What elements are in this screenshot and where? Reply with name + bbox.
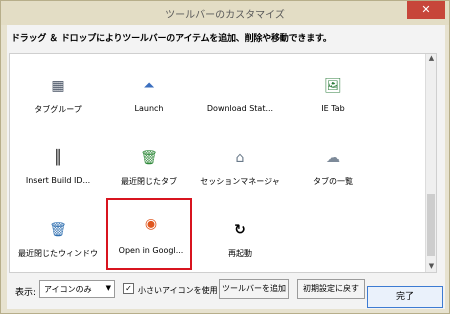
palette-item-label: タブグループ [34, 105, 82, 114]
palette-item[interactable]: Download Stat... [197, 60, 283, 126]
palette-item[interactable]: ↻ 再起動 [197, 204, 283, 270]
scroll-down-icon[interactable]: ▼ [426, 262, 437, 272]
palette-item-selected[interactable]: ◉ Open in Googl... [106, 198, 192, 270]
palette-item[interactable]: 🗑 最近閉じたタブ [106, 132, 192, 198]
download-stat-icon [230, 76, 250, 96]
palette-item-label: Launch [134, 104, 164, 113]
palette-item-label: Open in Googl... [118, 246, 184, 255]
palette-item[interactable]: 🗑 最近閉じたウィンドウ [15, 204, 101, 270]
palette-item-label: 再起動 [228, 249, 252, 258]
palette-item-label: Insert Build ID... [25, 176, 91, 185]
palette-item-label: 最近閉じたタブ [121, 177, 177, 186]
recent-tab-icon: 🗑 [140, 150, 158, 166]
titlebar: ツールバーのカスタマイズ ✕ [1, 1, 449, 25]
dialog-content: ドラッグ ＆ ドロップによりツールバーのアイテムを追加、削除や移動できます。 ▦… [7, 25, 445, 309]
close-icon: ✕ [421, 3, 431, 16]
palette-item[interactable]: ▦ タブグループ [15, 60, 101, 126]
palette-item-label: タブの一覧 [313, 177, 353, 186]
launch-icon: ⏶ [143, 78, 155, 94]
palette-item-label: セッションマネージャ [200, 177, 280, 186]
palette-item-label: IE Tab [321, 104, 345, 113]
session-manager-icon: ⌂ [235, 150, 245, 166]
instruction-text: ドラッグ ＆ ドロップによりツールバーのアイテムを追加、削除や移動できます。 [11, 34, 332, 44]
tab-group-icon: ▦ [51, 78, 65, 94]
close-button[interactable]: ✕ [407, 1, 445, 19]
palette-item[interactable]: ☁ タブの一覧 [290, 132, 376, 198]
palette-item[interactable]: ⌂ セッションマネージャ [197, 132, 283, 198]
scrollbar-thumb[interactable] [427, 194, 435, 256]
customize-toolbar-window: ツールバーのカスタマイズ ✕ ドラッグ ＆ ドロップによりツールバーのアイテムを… [0, 0, 450, 314]
restart-icon: ↻ [234, 222, 246, 238]
palette-item-label: 最近閉じたウィンドウ [18, 249, 98, 258]
recent-window-icon: 🗑 [49, 222, 67, 238]
toolbar-item-palette[interactable]: ▦ タブグループ ⏶ Launch Download Stat... 🖼 IE … [9, 53, 437, 273]
palette-item-label: Download Stat... [206, 104, 274, 113]
done-button[interactable]: 完了 [367, 286, 443, 308]
barcode-icon: ║ [53, 150, 63, 166]
scroll-up-icon[interactable]: ▲ [426, 54, 437, 64]
window-title: ツールバーのカスタマイズ [165, 10, 285, 21]
ie-tab-icon: 🖼 [324, 78, 342, 94]
chrome-icon: ◉ [144, 216, 158, 232]
tab-list-icon: ☁ [326, 150, 340, 166]
palette-item[interactable]: 🖼 IE Tab [290, 60, 376, 126]
palette-item[interactable]: ║ Insert Build ID... [15, 132, 101, 198]
dialog-footer: 完了 [1, 283, 449, 313]
palette-item[interactable]: ⏶ Launch [106, 60, 192, 126]
vertical-scrollbar[interactable]: ▲ ▼ [425, 54, 436, 272]
